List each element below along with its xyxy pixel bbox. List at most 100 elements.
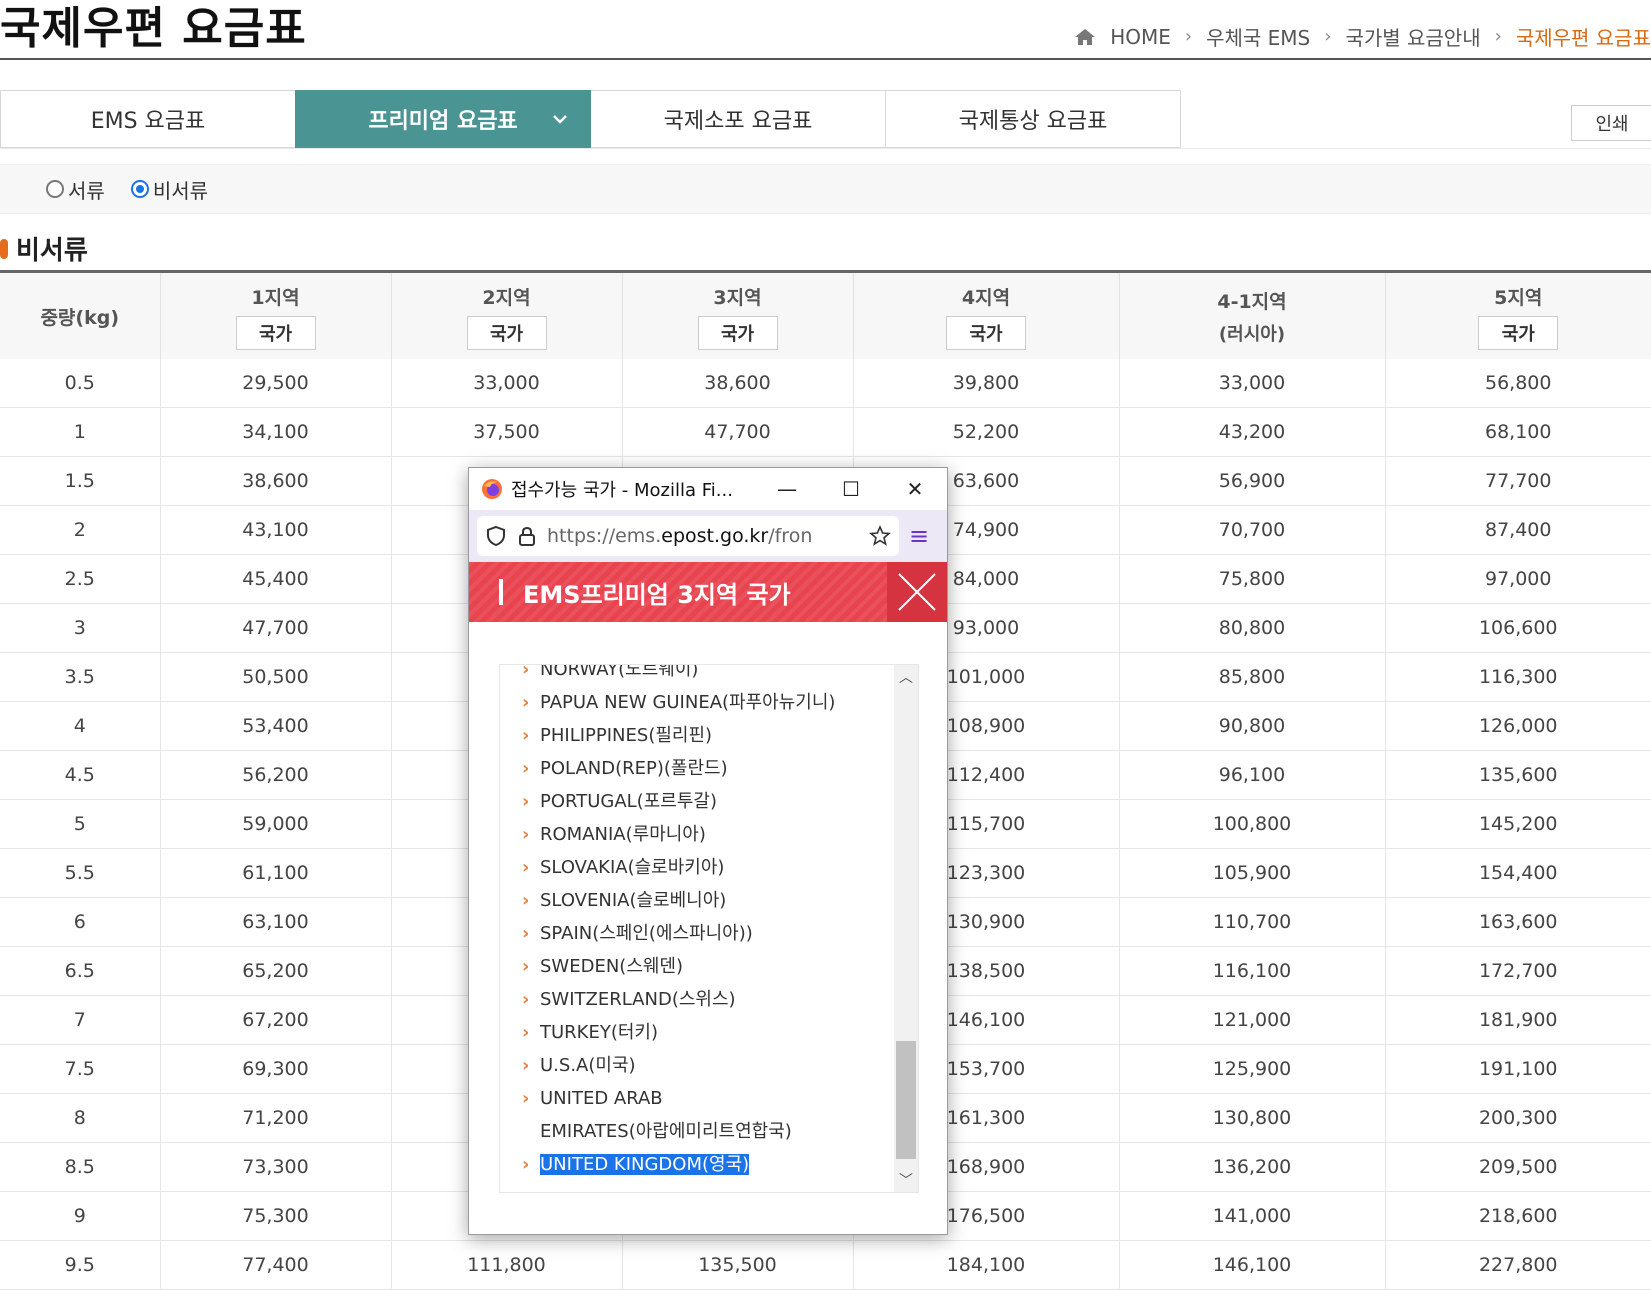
- tab-parcel[interactable]: 국제소포 요금표: [590, 90, 886, 148]
- country-name: SWITZERLAND(스위스): [540, 989, 736, 1010]
- country-list-item[interactable]: SWITZERLAND(스위스): [522, 983, 882, 1016]
- country-list-item[interactable]: ROMANIA(루마니아): [522, 818, 882, 851]
- rate-cell: 116,300: [1384, 652, 1651, 702]
- scrollbar-thumb[interactable]: [896, 1041, 916, 1159]
- rate-cell: 105,900: [1118, 848, 1385, 898]
- title-divider: [0, 58, 1651, 60]
- rate-cell: 135,500: [621, 1240, 853, 1290]
- country-name: ROMANIA(루마니아): [540, 824, 706, 845]
- country-list-item[interactable]: NORWAY(노르웨이): [522, 665, 882, 686]
- country-list-item[interactable]: EMIRATES(아랍에미리트연합국): [522, 1115, 882, 1148]
- rate-cell: 33,000: [1118, 359, 1385, 408]
- breadcrumb-current[interactable]: 국제우편 요금표: [1516, 22, 1651, 51]
- rate-cell: 110,700: [1118, 897, 1385, 947]
- country-list-item[interactable]: SLOVAKIA(슬로바키아): [522, 851, 882, 884]
- print-button[interactable]: 인쇄: [1571, 105, 1651, 141]
- tab-letter[interactable]: 국제통상 요금표: [885, 90, 1181, 148]
- rate-cell: 65,200: [159, 946, 391, 996]
- popup-header: EMS프리미엄 3지역 국가: [469, 562, 947, 622]
- url-domain: epost.go.kr: [661, 525, 769, 547]
- tab-ems[interactable]: EMS 요금표: [0, 90, 296, 148]
- popup-close-icon[interactable]: [887, 562, 947, 622]
- rate-cell: 121,000: [1118, 995, 1385, 1045]
- radio-documents[interactable]: 서류: [46, 175, 105, 204]
- radio-circle[interactable]: [130, 180, 149, 198]
- radio-circle[interactable]: [46, 180, 64, 198]
- shield-icon[interactable]: [485, 525, 507, 547]
- address-bar[interactable]: https://ems.epost.go.kr/fron: [477, 516, 899, 556]
- doc-type-radios: 서류 비서류: [0, 164, 1651, 214]
- section-title: 비서류: [0, 230, 88, 267]
- country-name: TURKEY(터키): [540, 1022, 659, 1043]
- country-button[interactable]: 국가: [466, 315, 547, 350]
- rate-cell: 52,200: [852, 407, 1119, 457]
- zone-header: 2지역 국가: [390, 271, 622, 359]
- country-list-item[interactable]: UNITED KINGDOM(영국): [522, 1148, 882, 1181]
- country-list-item[interactable]: PAPUA NEW GUINEA(파푸아뉴기니): [522, 686, 882, 719]
- rate-cell: 154,400: [1384, 848, 1651, 898]
- tab-label: 국제통상 요금표: [958, 109, 1108, 134]
- star-icon[interactable]: [869, 525, 891, 547]
- country-list-item[interactable]: SWEDEN(스웨덴): [522, 950, 882, 983]
- weight-cell: 3: [0, 603, 160, 653]
- weight-cell: 6: [0, 897, 160, 947]
- country-list-item[interactable]: SPAIN(스페인(에스파니아)): [522, 917, 882, 950]
- maximize-icon[interactable]: ☐: [819, 468, 883, 510]
- country-list-item[interactable]: POLAND(REP)(폴란드): [522, 752, 882, 785]
- rate-cell: 59,000: [159, 799, 391, 849]
- country-name: EMIRATES(아랍에미리트연합국): [540, 1121, 792, 1142]
- country-list-box[interactable]: NORWAY(노르웨이) PAPUA NEW GUINEA(파푸아뉴기니) PHIL…: [499, 664, 919, 1193]
- rate-cell: 116,100: [1118, 946, 1385, 996]
- table-row: 0.5 29,500 33,000 38,600 39,800 33,000 56,800: [0, 359, 1651, 408]
- country-button[interactable]: 국가: [697, 315, 778, 350]
- country-name: U.S.A(미국): [540, 1055, 636, 1076]
- breadcrumb-ems[interactable]: 우체국 EMS: [1206, 22, 1310, 51]
- rate-cell: 80,800: [1118, 603, 1385, 653]
- rate-cell: 184,100: [852, 1240, 1119, 1290]
- chevron-right-icon: ›: [1494, 26, 1502, 47]
- weight-cell: 9: [0, 1191, 160, 1241]
- country-list-item[interactable]: SLOVENIA(슬로베니아): [522, 884, 882, 917]
- country-list: NORWAY(노르웨이) PAPUA NEW GUINEA(파푸아뉴기니) PHIL…: [522, 665, 882, 1181]
- country-name: SPAIN(스페인(에스파니아)): [540, 923, 753, 944]
- radio-non-documents[interactable]: 비서류: [130, 175, 208, 204]
- minimize-icon[interactable]: —: [755, 468, 819, 510]
- rate-cell: 71,200: [159, 1093, 391, 1143]
- popup-window-title: 접수가능 국가 - Mozilla Fi...: [511, 480, 733, 501]
- rate-cell: 29,500: [159, 359, 391, 408]
- country-list-item[interactable]: PORTUGAL(포르투갈): [522, 785, 882, 818]
- hamburger-menu-icon[interactable]: ≡: [899, 522, 939, 550]
- zone-label: 3지역: [713, 286, 762, 309]
- scroll-up-icon[interactable]: ︿: [894, 665, 918, 689]
- rate-cell: 163,600: [1384, 897, 1651, 947]
- tab-label: 프리미엄 요금표: [368, 109, 518, 134]
- lock-icon[interactable]: [517, 525, 537, 547]
- country-button[interactable]: 국가: [946, 315, 1026, 350]
- table-header-row: 중량(kg) 1지역 국가 2지역 국가 3지역 국가 4지역 국가 4-1지역 (러시아…: [0, 271, 1651, 359]
- rate-cell: 130,800: [1118, 1093, 1385, 1143]
- rate-cell: 136,200: [1118, 1142, 1385, 1192]
- country-button[interactable]: 국가: [1478, 315, 1559, 350]
- country-button[interactable]: 국가: [235, 315, 316, 350]
- country-list-item[interactable]: TURKEY(터키): [522, 1016, 882, 1049]
- country-name: SWEDEN(스웨덴): [540, 956, 684, 977]
- breadcrumb-country-rates[interactable]: 국가별 요금안내: [1345, 22, 1480, 51]
- scroll-down-icon[interactable]: ﹀: [894, 1168, 918, 1192]
- rate-cell: 39,800: [852, 359, 1119, 408]
- zone-label: 1지역: [251, 286, 300, 309]
- scrollbar[interactable]: ︿ ﹀: [894, 665, 918, 1192]
- country-list-item[interactable]: UNITED ARAB: [522, 1082, 882, 1115]
- country-list-item[interactable]: U.S.A(미국): [522, 1049, 882, 1082]
- country-name: SLOVENIA(슬로베니아): [540, 890, 727, 911]
- weight-cell: 2.5: [0, 554, 160, 604]
- rate-cell: 34,100: [159, 407, 391, 457]
- tab-premium[interactable]: 프리미엄 요금표: [295, 90, 591, 148]
- weight-cell: 4: [0, 701, 160, 751]
- weight-cell: 4.5: [0, 750, 160, 800]
- country-list-item[interactable]: PHILIPPINES(필리핀): [522, 719, 882, 752]
- close-icon[interactable]: ✕: [883, 468, 947, 510]
- rate-cell: 75,300: [159, 1191, 391, 1241]
- breadcrumb-home[interactable]: HOME: [1110, 25, 1171, 49]
- url-text: https://ems.epost.go.kr/fron: [547, 525, 859, 547]
- home-icon[interactable]: [1074, 28, 1096, 46]
